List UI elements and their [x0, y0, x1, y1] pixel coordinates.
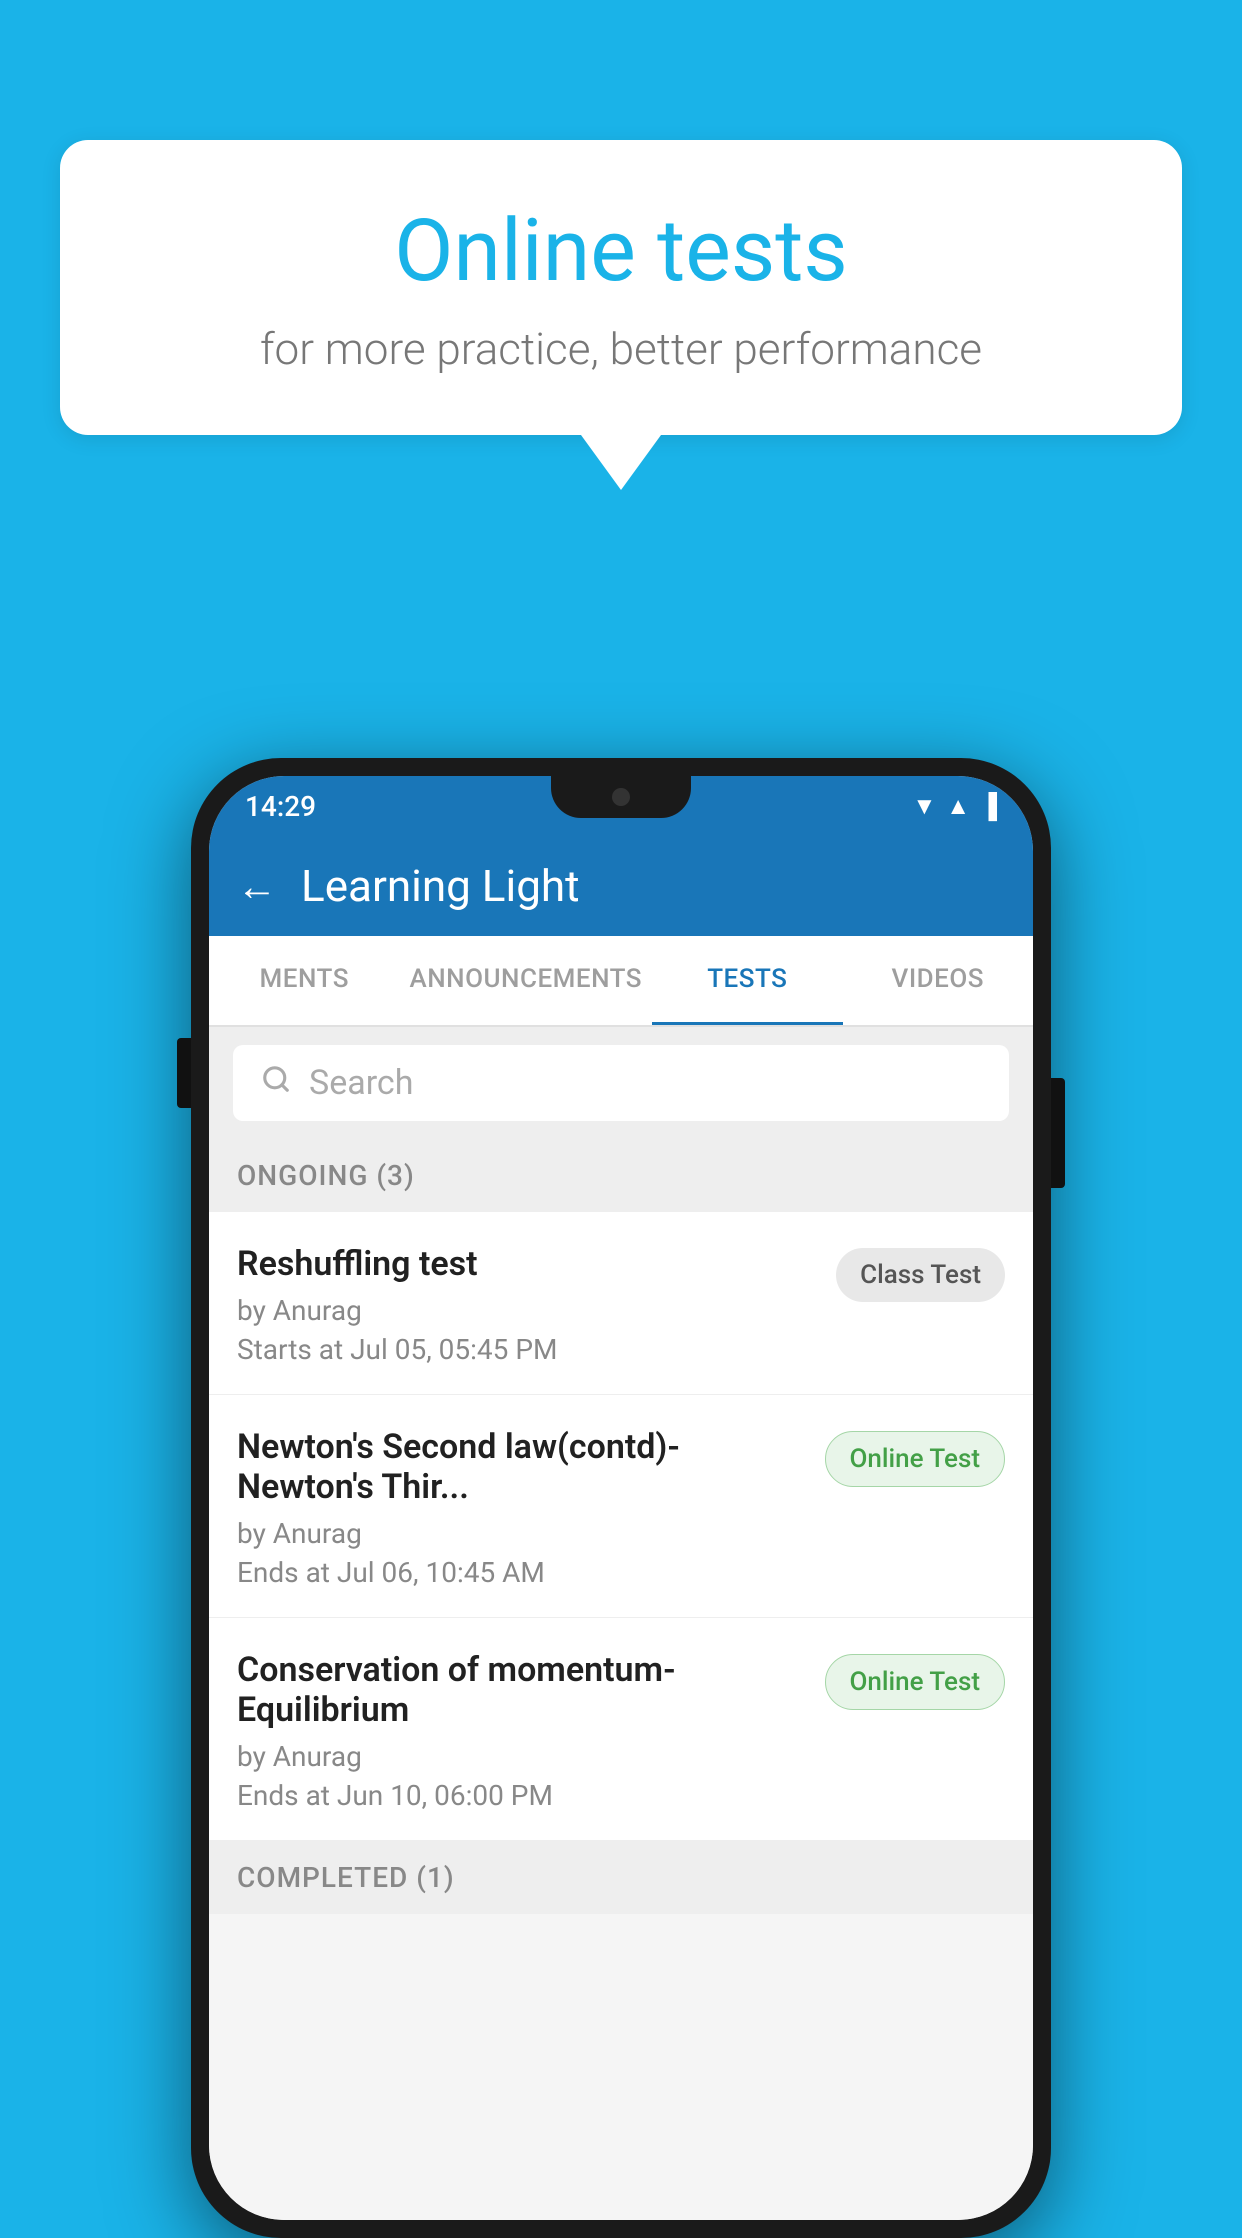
ongoing-section-header: ONGOING (3) — [209, 1139, 1033, 1212]
test-item-3-title: Conservation of momentum-Equilibrium — [237, 1650, 805, 1730]
speech-bubble: Online tests for more practice, better p… — [60, 140, 1182, 435]
tab-announcements[interactable]: ANNOUNCEMENTS — [399, 936, 652, 1025]
front-camera — [612, 788, 630, 806]
test-item-3[interactable]: Conservation of momentum-Equilibrium by … — [209, 1618, 1033, 1841]
status-icons: ▼ ▲ ▐ — [912, 792, 997, 821]
test-item-2[interactable]: Newton's Second law(contd)-Newton's Thir… — [209, 1395, 1033, 1618]
search-placeholder-text: Search — [309, 1063, 413, 1103]
content-area: ONGOING (3) Reshuffling test by Anurag S… — [209, 1139, 1033, 2220]
ongoing-header-text: ONGOING (3) — [237, 1159, 415, 1192]
phone-frame: 14:29 ▼ ▲ ▐ ← Learning Light MENTS ANNOU… — [191, 758, 1051, 2238]
test-item-1-title: Reshuffling test — [237, 1244, 816, 1284]
test-item-3-badge: Online Test — [825, 1654, 1006, 1710]
search-input-wrapper[interactable]: Search — [233, 1045, 1009, 1121]
promo-title: Online tests — [140, 200, 1102, 301]
test-item-3-author: by Anurag — [237, 1740, 805, 1773]
test-item-1-badge: Class Test — [836, 1248, 1005, 1302]
test-item-2-author: by Anurag — [237, 1517, 805, 1550]
battery-icon: ▐ — [980, 792, 997, 821]
test-item-1-info: Reshuffling test by Anurag Starts at Jul… — [237, 1244, 816, 1366]
test-item-3-info: Conservation of momentum-Equilibrium by … — [237, 1650, 805, 1812]
test-item-2-title: Newton's Second law(contd)-Newton's Thir… — [237, 1427, 805, 1507]
phone-mockup: 14:29 ▼ ▲ ▐ ← Learning Light MENTS ANNOU… — [191, 758, 1051, 2238]
signal-icon: ▲ — [946, 792, 970, 821]
search-container: Search — [209, 1027, 1033, 1139]
status-time: 14:29 — [245, 790, 316, 823]
speech-bubble-arrow — [581, 435, 661, 490]
search-icon — [261, 1063, 291, 1103]
promo-section: Online tests for more practice, better p… — [60, 140, 1182, 490]
completed-header-text: COMPLETED (1) — [237, 1861, 455, 1894]
back-button[interactable]: ← — [237, 863, 277, 910]
tab-tests[interactable]: TESTS — [652, 936, 842, 1025]
test-item-3-date: Ends at Jun 10, 06:00 PM — [237, 1779, 805, 1812]
test-item-1-date: Starts at Jul 05, 05:45 PM — [237, 1333, 816, 1366]
tab-videos[interactable]: VIDEOS — [843, 936, 1033, 1025]
completed-section-header: COMPLETED (1) — [209, 1841, 1033, 1914]
tabs-container: MENTS ANNOUNCEMENTS TESTS VIDEOS — [209, 936, 1033, 1027]
test-item-2-badge: Online Test — [825, 1431, 1006, 1487]
test-item-1-author: by Anurag — [237, 1294, 816, 1327]
phone-notch — [551, 776, 691, 818]
phone-screen: 14:29 ▼ ▲ ▐ ← Learning Light MENTS ANNOU… — [209, 776, 1033, 2220]
tab-ments[interactable]: MENTS — [209, 936, 399, 1025]
test-item-1[interactable]: Reshuffling test by Anurag Starts at Jul… — [209, 1212, 1033, 1395]
test-item-2-info: Newton's Second law(contd)-Newton's Thir… — [237, 1427, 805, 1589]
app-bar: ← Learning Light — [209, 836, 1033, 936]
wifi-icon: ▼ — [912, 792, 936, 821]
promo-subtitle: for more practice, better performance — [140, 323, 1102, 375]
test-item-2-date: Ends at Jul 06, 10:45 AM — [237, 1556, 805, 1589]
app-bar-title: Learning Light — [301, 860, 580, 912]
